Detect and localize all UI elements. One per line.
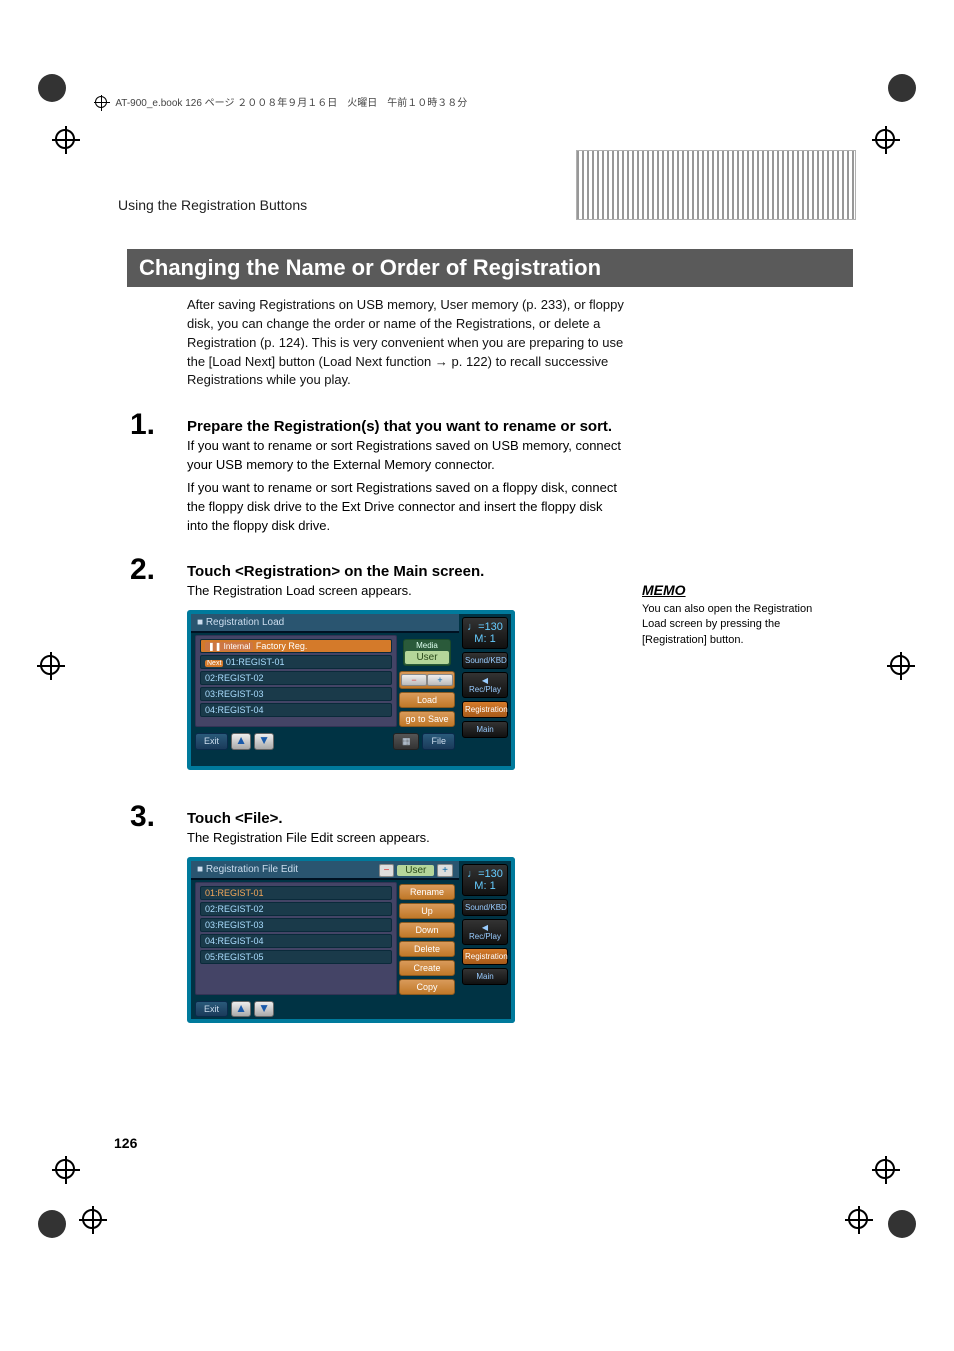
file-action-buttons: Rename Up Down Delete Create Copy: [399, 882, 455, 995]
registration-list-panel: ❚❚ Internal Factory Reg. Next 01:REGIST-…: [195, 635, 397, 727]
exit-button[interactable]: Exit: [195, 1001, 228, 1017]
registration-tab[interactable]: Registration: [462, 948, 508, 965]
crop-dot: [888, 74, 916, 102]
list-item[interactable]: 02:REGIST-02: [200, 671, 392, 685]
down-arrow-button[interactable]: ▼: [254, 1001, 274, 1017]
file-list-panel: 01:REGIST-01 02:REGIST-02 03:REGIST-03 0…: [195, 882, 397, 995]
copy-button[interactable]: Copy: [399, 979, 455, 995]
step-3-number: 3.: [130, 800, 155, 834]
crop-mark-icon: [40, 655, 64, 679]
registration-file-edit-screen: ■ Registration File Edit − User + 01:REG…: [187, 857, 463, 1023]
up-arrow-button[interactable]: ▲: [231, 733, 251, 750]
right-controls: Media User − + Load go to Save: [399, 635, 455, 727]
page-title: Changing the Name or Order of Registrati…: [127, 249, 853, 287]
memo-text: You can also open the Registration Load …: [642, 602, 832, 648]
right-nav-sidebar: ♩=130M: 1 Sound/KBD ◀ Rec/Play Registrat…: [459, 610, 515, 770]
delete-button[interactable]: Delete: [399, 941, 455, 957]
next-badge: Next: [205, 660, 223, 667]
step-1-number: 1.: [130, 408, 155, 442]
intro-paragraph: After saving Registrations on USB memory…: [187, 296, 627, 390]
exit-button[interactable]: Exit: [195, 733, 228, 750]
crop-dot: [38, 74, 66, 102]
organ-diagram-icon: [576, 150, 856, 220]
step-3-title: Touch <File>.: [187, 810, 627, 827]
registration-load-screen: ■ Registration Load ❚❚ Internal Factory …: [187, 610, 463, 770]
file-button[interactable]: File: [422, 733, 455, 750]
list-item[interactable]: 03:REGIST-03: [200, 918, 392, 932]
step-2-title: Touch <Registration> on the Main screen.: [187, 563, 627, 580]
grid-button[interactable]: ▦: [393, 733, 420, 750]
page-number: 126: [114, 1135, 137, 1151]
list-item[interactable]: 04:REGIST-04: [200, 934, 392, 948]
main-tab[interactable]: Main: [462, 721, 508, 738]
crop-mark-icon: [875, 129, 899, 153]
section-heading: Using the Registration Buttons: [118, 197, 307, 213]
up-button[interactable]: Up: [399, 903, 455, 919]
right-nav-sidebar: ♩=130M: 1 Sound/KBD ◀ Rec/Play Registrat…: [459, 857, 515, 1023]
user-chip[interactable]: User: [397, 865, 434, 876]
step-2-body: The Registration Load screen appears.: [187, 582, 627, 601]
step-1-body-b: If you want to rename or sort Registrati…: [187, 479, 627, 536]
minus-icon[interactable]: −: [401, 674, 427, 686]
step-1-body-a: If you want to rename or sort Registrati…: [187, 437, 627, 475]
screen-title: ■ Registration Load: [191, 614, 459, 633]
up-arrow-button[interactable]: ▲: [231, 1001, 251, 1017]
list-item[interactable]: 01:REGIST-01: [200, 886, 392, 900]
minus-button[interactable]: −: [379, 864, 395, 877]
crop-mark-icon: [55, 129, 79, 153]
crop-mark-icon: [890, 655, 914, 679]
down-arrow-button[interactable]: ▼: [254, 733, 274, 750]
crop-dot: [38, 1210, 66, 1238]
step-2-number: 2.: [130, 553, 155, 587]
down-button[interactable]: Down: [399, 922, 455, 938]
list-item[interactable]: Next 01:REGIST-01: [200, 655, 392, 669]
internal-header[interactable]: ❚❚ Internal Factory Reg.: [200, 639, 392, 653]
list-item[interactable]: 03:REGIST-03: [200, 687, 392, 701]
rename-button[interactable]: Rename: [399, 884, 455, 900]
step-1-title: Prepare the Registration(s) that you wan…: [187, 418, 627, 435]
soundkbd-tab[interactable]: Sound/KBD: [462, 652, 508, 669]
media-selector[interactable]: Media User: [403, 639, 451, 666]
minus-plus-button[interactable]: − +: [399, 671, 455, 689]
crop-dot: [888, 1210, 916, 1238]
plus-icon[interactable]: +: [427, 674, 453, 686]
create-button[interactable]: Create: [399, 960, 455, 976]
goto-save-button[interactable]: go to Save: [399, 711, 455, 727]
tempo-display[interactable]: ♩=130M: 1: [462, 617, 508, 649]
recplay-tab[interactable]: ◀ Rec/Play: [462, 919, 508, 945]
list-item[interactable]: 04:REGIST-04: [200, 703, 392, 717]
registration-tab[interactable]: Registration: [462, 701, 508, 718]
main-tab[interactable]: Main: [462, 968, 508, 985]
memo-label: MEMO: [642, 582, 832, 598]
list-item[interactable]: 02:REGIST-02: [200, 902, 392, 916]
recplay-tab[interactable]: ◀ Rec/Play: [462, 672, 508, 698]
screen-title: ■ Registration File Edit − User +: [191, 861, 459, 880]
memo-box: MEMO You can also open the Registration …: [642, 582, 832, 648]
step-3-body: The Registration File Edit screen appear…: [187, 829, 627, 848]
crop-mark-icon: [875, 1159, 899, 1183]
list-item[interactable]: 05:REGIST-05: [200, 950, 392, 964]
tempo-display[interactable]: ♩=130M: 1: [462, 864, 508, 896]
plus-button[interactable]: +: [437, 864, 453, 877]
crop-mark-icon: [848, 1209, 872, 1233]
crop-mark-icon: [82, 1209, 106, 1233]
load-button[interactable]: Load: [399, 692, 455, 708]
soundkbd-tab[interactable]: Sound/KBD: [462, 899, 508, 916]
crop-mark-icon: [55, 1159, 79, 1183]
book-runner: AT-900_e.book 126 ページ ２００８年９月１６日 火曜日 午前１…: [95, 94, 467, 111]
runner-text: AT-900_e.book 126 ページ ２００８年９月１６日 火曜日 午前１…: [115, 98, 467, 109]
